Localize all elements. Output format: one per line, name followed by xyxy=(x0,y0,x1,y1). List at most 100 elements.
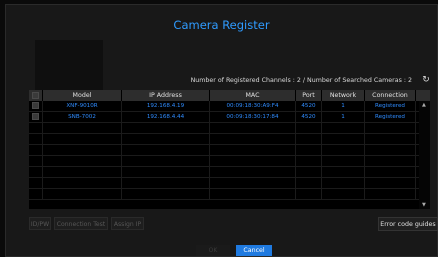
empty-cell xyxy=(296,145,322,155)
port-cell: 4520 xyxy=(296,101,322,111)
scroll-up-icon[interactable]: ▲ xyxy=(422,102,426,108)
table-row[interactable]: SNB-7002 192.168.4.44 00:09:18:30:17:84 … xyxy=(29,112,430,123)
empty-cell xyxy=(122,156,210,166)
idpw-button[interactable]: ID/PW xyxy=(29,217,51,230)
table-header: Model IP Address MAC Port Network Connec… xyxy=(29,90,430,101)
dialog-title: Camera Register xyxy=(173,18,270,32)
select-all-checkbox[interactable] xyxy=(32,91,39,99)
camera-table: Model IP Address MAC Port Network Connec… xyxy=(29,90,430,209)
empty-cell xyxy=(43,167,122,177)
empty-cell xyxy=(29,145,43,155)
header-select-all[interactable] xyxy=(29,90,43,101)
empty-table-row xyxy=(29,156,430,167)
connection-test-button[interactable]: Connection Test xyxy=(54,217,108,230)
row-checkbox[interactable] xyxy=(32,102,39,109)
model-cell: XNF-9010R xyxy=(43,101,122,111)
table-row[interactable]: XNF-9010R 192.168.4.19 00:09:18:30:A9:F4… xyxy=(29,101,430,112)
empty-table-row xyxy=(29,189,430,200)
row-checkbox-cell[interactable] xyxy=(29,112,43,122)
empty-cell xyxy=(296,178,322,188)
header-mac[interactable]: MAC xyxy=(210,90,296,101)
empty-cell xyxy=(43,156,122,166)
empty-cell xyxy=(29,123,43,133)
row-checkbox-cell[interactable] xyxy=(29,101,43,111)
mac-cell: 00:09:18:30:A9:F4 xyxy=(210,101,296,111)
network-cell: 1 xyxy=(322,101,365,111)
empty-cell xyxy=(322,156,365,166)
header-ip-address[interactable]: IP Address xyxy=(122,90,210,101)
empty-cell xyxy=(210,167,296,177)
empty-cell xyxy=(29,189,43,199)
empty-cell xyxy=(210,156,296,166)
header-scroll-spacer xyxy=(416,90,430,101)
network-cell: 1 xyxy=(322,112,365,122)
empty-cell xyxy=(29,178,43,188)
refresh-icon[interactable]: ↻ xyxy=(421,75,431,85)
empty-cell xyxy=(210,178,296,188)
empty-cell xyxy=(322,134,365,144)
cancel-button[interactable]: Cancel xyxy=(236,245,272,256)
empty-table-row xyxy=(29,145,430,156)
empty-cell xyxy=(210,123,296,133)
empty-cell xyxy=(29,167,43,177)
empty-cell xyxy=(122,123,210,133)
empty-cell xyxy=(296,123,322,133)
empty-cell xyxy=(43,123,122,133)
empty-cell xyxy=(365,123,416,133)
model-cell: SNB-7002 xyxy=(43,112,122,122)
camera-preview xyxy=(35,40,103,90)
empty-cell xyxy=(122,145,210,155)
mac-cell: 00:09:18:30:17:84 xyxy=(210,112,296,122)
empty-rows xyxy=(29,123,430,200)
empty-cell xyxy=(365,178,416,188)
empty-cell xyxy=(365,145,416,155)
empty-cell xyxy=(322,189,365,199)
empty-cell xyxy=(29,156,43,166)
error-code-guides-button[interactable]: Error code guides xyxy=(378,217,438,231)
empty-cell xyxy=(296,167,322,177)
empty-cell xyxy=(210,145,296,155)
action-button-row: ID/PW Connection Test Assign IP xyxy=(29,217,329,230)
empty-cell xyxy=(210,134,296,144)
empty-cell xyxy=(122,189,210,199)
port-cell: 4520 xyxy=(296,112,322,122)
registered-count-summary: Number of Registered Channels : 2 / Numb… xyxy=(190,77,412,84)
empty-cell xyxy=(122,134,210,144)
ok-button[interactable]: OK xyxy=(196,245,230,256)
header-model[interactable]: Model xyxy=(43,90,122,101)
empty-cell xyxy=(322,167,365,177)
header-port[interactable]: Port xyxy=(296,90,322,101)
empty-cell xyxy=(365,167,416,177)
empty-cell xyxy=(296,156,322,166)
empty-table-row xyxy=(29,134,430,145)
empty-table-row xyxy=(29,167,430,178)
ip-cell: 192.168.4.44 xyxy=(122,112,210,122)
empty-cell xyxy=(322,145,365,155)
empty-cell xyxy=(365,156,416,166)
empty-cell xyxy=(122,167,210,177)
empty-cell xyxy=(43,189,122,199)
empty-cell xyxy=(296,134,322,144)
empty-cell xyxy=(210,189,296,199)
ip-cell: 192.168.4.19 xyxy=(122,101,210,111)
empty-cell xyxy=(365,134,416,144)
connection-cell: Registered xyxy=(365,112,416,122)
empty-cell xyxy=(43,178,122,188)
empty-cell xyxy=(296,189,322,199)
empty-table-row xyxy=(29,178,430,189)
empty-cell xyxy=(43,145,122,155)
header-network[interactable]: Network xyxy=(322,90,365,101)
table-scrollbar[interactable]: ▲ ▼ xyxy=(419,101,430,209)
empty-cell xyxy=(43,134,122,144)
header-connection[interactable]: Connection xyxy=(365,90,416,101)
connection-cell: Registered xyxy=(365,101,416,111)
empty-cell xyxy=(365,189,416,199)
empty-cell xyxy=(322,178,365,188)
scroll-down-icon[interactable]: ▼ xyxy=(422,202,426,208)
empty-table-row xyxy=(29,123,430,134)
empty-cell xyxy=(322,123,365,133)
assign-ip-button[interactable]: Assign IP xyxy=(111,217,144,230)
row-checkbox[interactable] xyxy=(32,113,39,120)
empty-cell xyxy=(29,134,43,144)
empty-cell xyxy=(122,178,210,188)
